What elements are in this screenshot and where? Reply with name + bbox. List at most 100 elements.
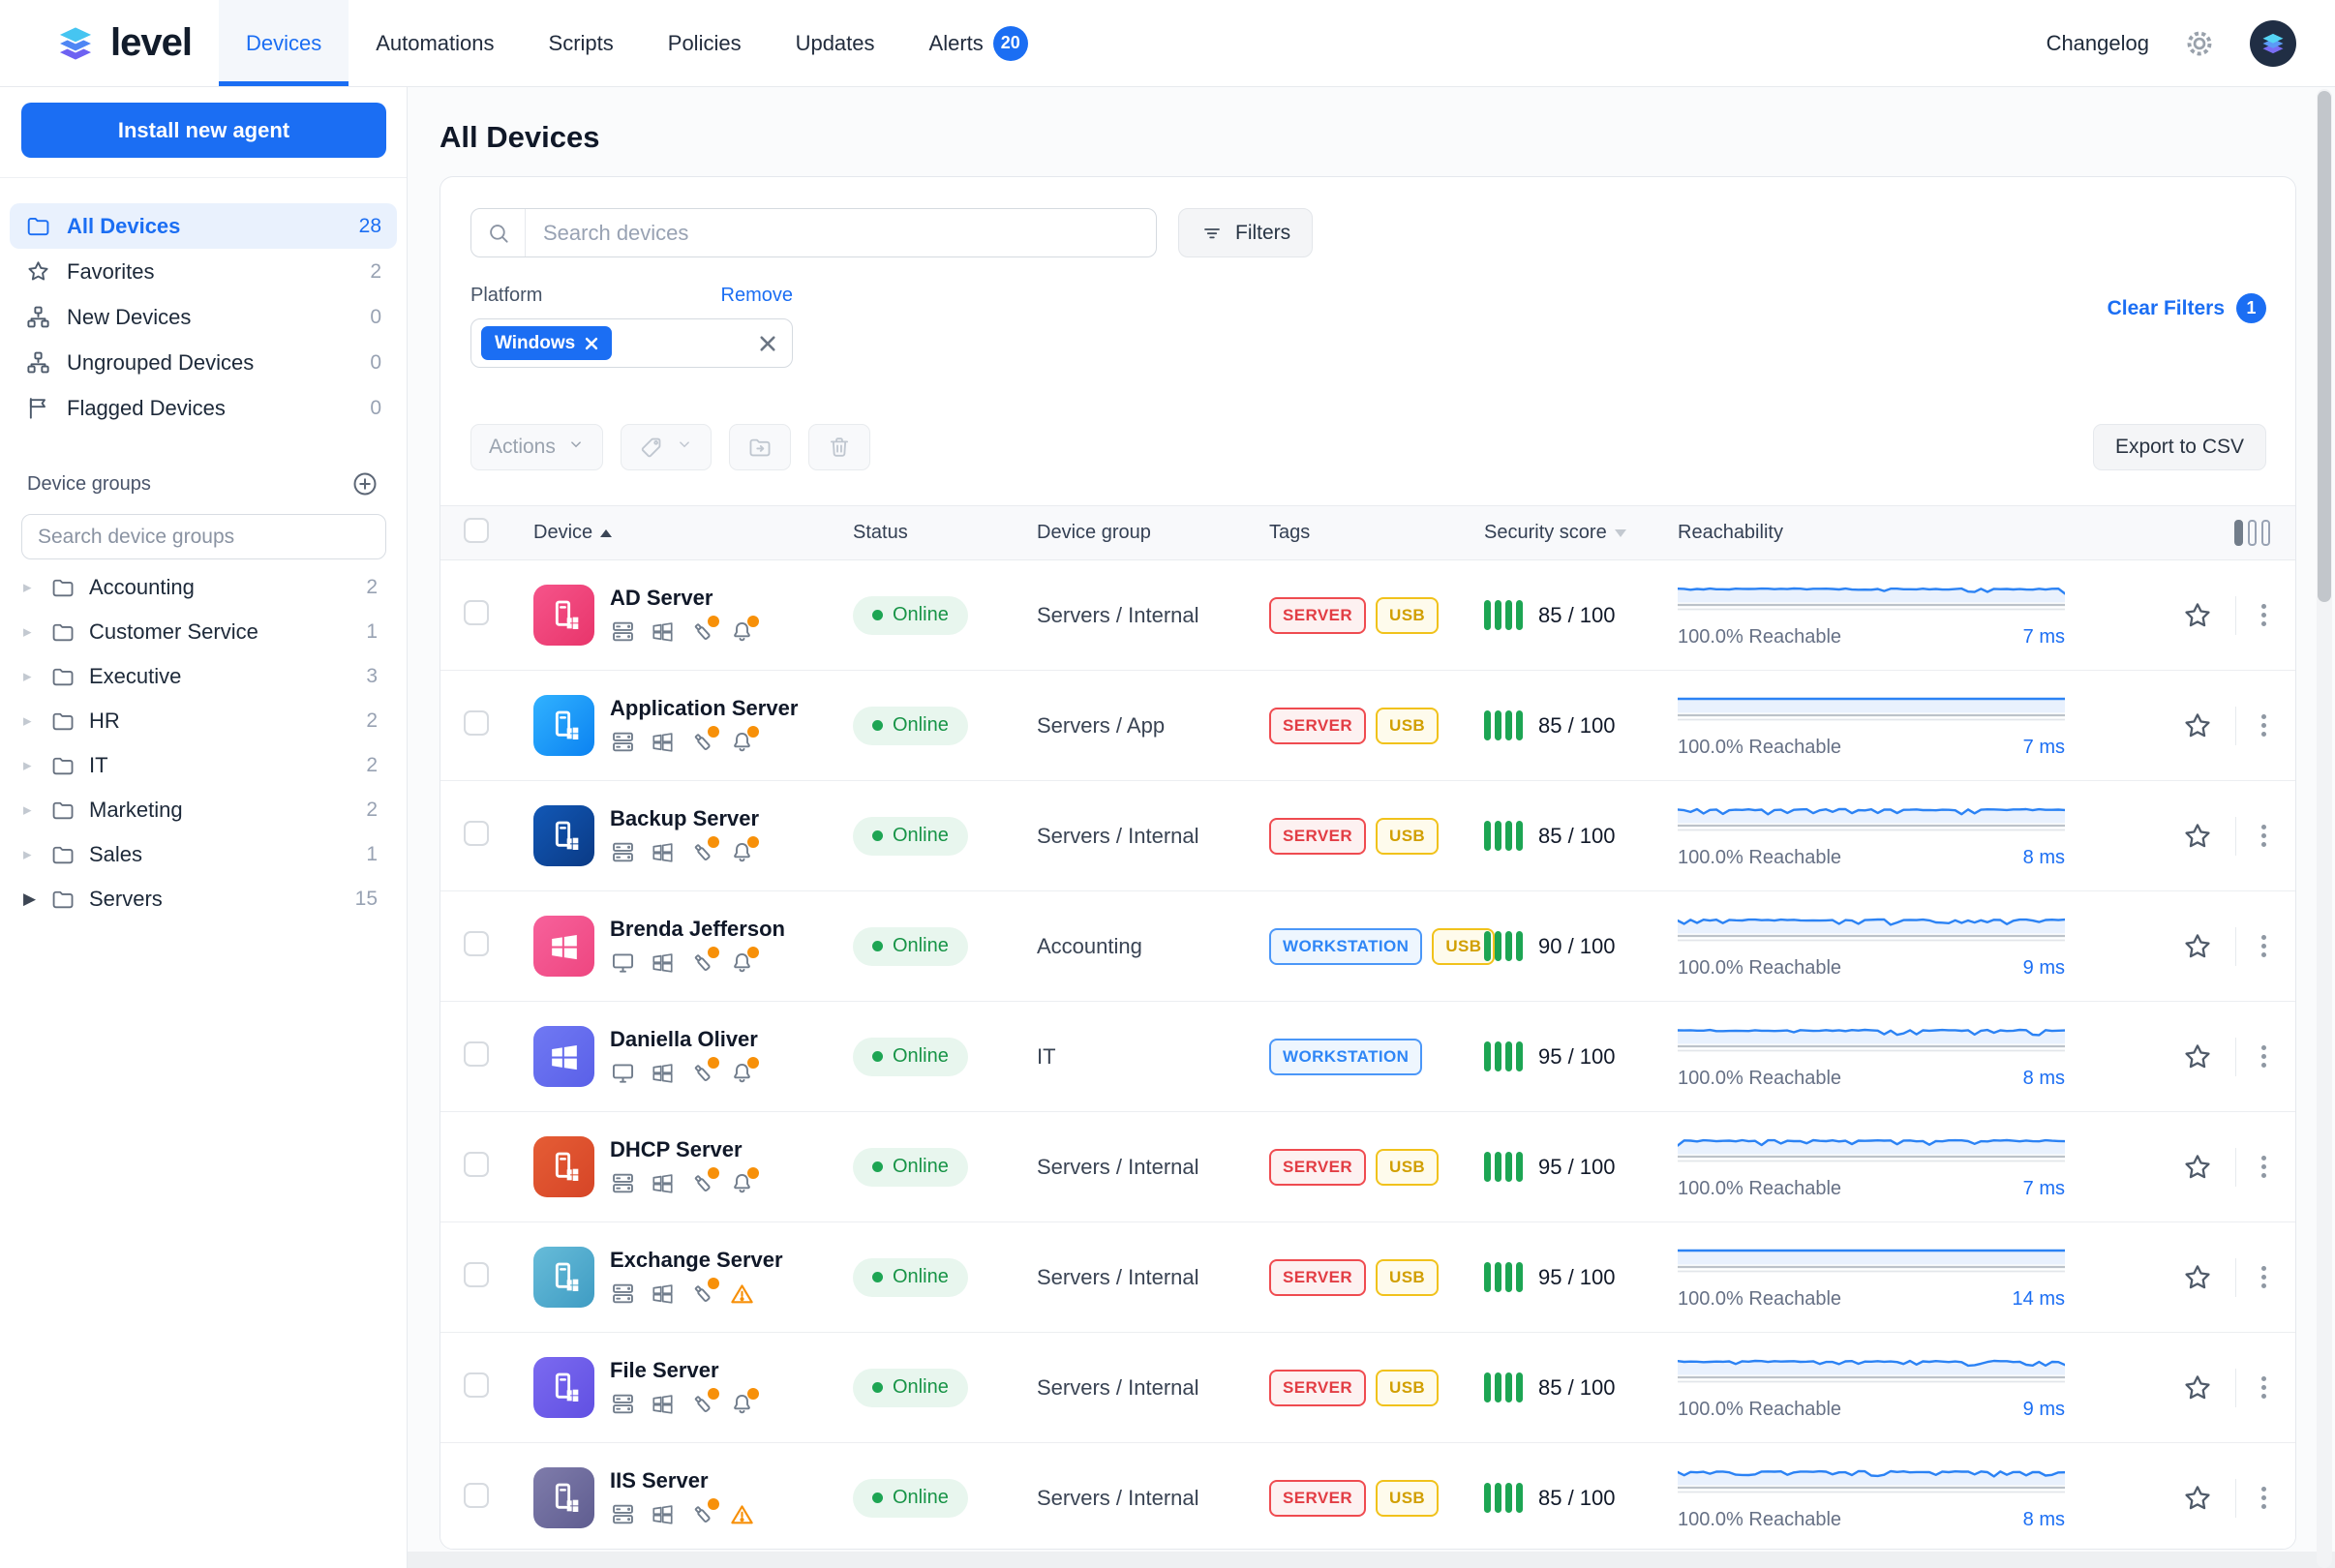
actions-dropdown-button[interactable]: Actions bbox=[470, 424, 603, 470]
device-group-servers[interactable]: ▶ Servers 15 bbox=[0, 877, 407, 921]
row-checkbox[interactable] bbox=[464, 1041, 489, 1067]
device-name[interactable]: IIS Server bbox=[610, 1468, 709, 1493]
select-all-checkbox[interactable] bbox=[464, 518, 489, 543]
sidebar-item-all-devices[interactable]: All Devices 28 bbox=[10, 203, 397, 249]
chevron-right-icon[interactable]: ▸ bbox=[23, 667, 43, 686]
clear-filters-link[interactable]: Clear Filters 1 bbox=[2108, 293, 2266, 323]
chevron-right-icon[interactable]: ▶ bbox=[23, 890, 43, 909]
favorite-star-icon[interactable] bbox=[2181, 1040, 2214, 1073]
tag-dropdown-button[interactable] bbox=[621, 424, 712, 470]
device-group-customer-service[interactable]: ▸ Customer Service 1 bbox=[0, 610, 407, 654]
scrollbar-track[interactable] bbox=[2317, 89, 2332, 1568]
favorite-star-icon[interactable] bbox=[2181, 599, 2214, 632]
user-avatar[interactable] bbox=[2250, 20, 2296, 67]
chevron-right-icon[interactable]: ▸ bbox=[23, 622, 43, 642]
row-checkbox[interactable] bbox=[464, 821, 489, 846]
sidebar-item-favorites[interactable]: Favorites 2 bbox=[10, 249, 397, 294]
windows-filter-chip[interactable]: Windows bbox=[481, 326, 612, 360]
platform-filter-select[interactable]: Windows bbox=[470, 318, 793, 368]
row-checkbox[interactable] bbox=[464, 1152, 489, 1177]
remove-filter-link[interactable]: Remove bbox=[721, 285, 793, 307]
usb-alert-dot bbox=[708, 726, 719, 738]
row-checkbox[interactable] bbox=[464, 1483, 489, 1508]
delete-button[interactable] bbox=[808, 424, 870, 470]
favorite-star-icon[interactable] bbox=[2181, 709, 2214, 742]
column-header-tags[interactable]: Tags bbox=[1269, 522, 1484, 544]
chevron-right-icon[interactable]: ▸ bbox=[23, 845, 43, 864]
column-header-device-group[interactable]: Device group bbox=[1037, 522, 1269, 544]
changelog-link[interactable]: Changelog bbox=[2047, 31, 2149, 56]
row-menu-icon[interactable] bbox=[2258, 600, 2270, 630]
device-group-it[interactable]: ▸ IT 2 bbox=[0, 743, 407, 788]
clear-select-icon[interactable] bbox=[759, 335, 776, 352]
install-new-agent-button[interactable]: Install new agent bbox=[21, 103, 386, 158]
device-group-sales[interactable]: ▸ Sales 1 bbox=[0, 832, 407, 877]
device-name[interactable]: Backup Server bbox=[610, 806, 759, 830]
tab-updates[interactable]: Updates bbox=[769, 0, 902, 86]
device-groups-search-input[interactable] bbox=[21, 514, 386, 559]
device-name[interactable]: Brenda Jefferson bbox=[610, 917, 785, 941]
column-header-reachability[interactable]: Reachability bbox=[1678, 522, 2070, 544]
row-checkbox[interactable] bbox=[464, 1372, 489, 1398]
table-row: IIS Server Online Servers / Internal SER… bbox=[440, 1443, 2295, 1550]
device-name[interactable]: File Server bbox=[610, 1358, 719, 1382]
add-device-group-icon[interactable] bbox=[350, 469, 379, 498]
device-name[interactable]: DHCP Server bbox=[610, 1137, 743, 1161]
chevron-right-icon[interactable]: ▸ bbox=[23, 800, 43, 820]
row-menu-icon[interactable] bbox=[2258, 1262, 2270, 1292]
sidebar-item-ungrouped-devices[interactable]: Ungrouped Devices 0 bbox=[10, 340, 397, 385]
device-avatar bbox=[533, 695, 594, 756]
favorite-star-icon[interactable] bbox=[2181, 1372, 2214, 1404]
device-group-accounting[interactable]: ▸ Accounting 2 bbox=[0, 565, 407, 610]
column-settings-icon[interactable] bbox=[2070, 520, 2295, 546]
windows-os-icon bbox=[650, 1170, 676, 1196]
device-name[interactable]: AD Server bbox=[610, 586, 713, 610]
search-devices-input[interactable] bbox=[526, 221, 1156, 246]
row-checkbox[interactable] bbox=[464, 931, 489, 956]
export-to-csv-button[interactable]: Export to CSV bbox=[2093, 424, 2266, 470]
device-name[interactable]: Application Server bbox=[610, 696, 798, 720]
column-header-security-score[interactable]: Security score bbox=[1484, 522, 1678, 544]
device-group-executive[interactable]: ▸ Executive 3 bbox=[0, 654, 407, 699]
favorite-star-icon[interactable] bbox=[2181, 1151, 2214, 1184]
move-to-group-button[interactable] bbox=[729, 424, 791, 470]
favorite-star-icon[interactable] bbox=[2181, 1261, 2214, 1294]
device-group-hr[interactable]: ▸ HR 2 bbox=[0, 699, 407, 743]
chevron-right-icon[interactable]: ▸ bbox=[23, 756, 43, 775]
tab-policies[interactable]: Policies bbox=[641, 0, 769, 86]
tab-devices[interactable]: Devices bbox=[219, 0, 349, 86]
favorite-star-icon[interactable] bbox=[2181, 1482, 2214, 1515]
windows-os-icon bbox=[650, 729, 676, 755]
row-menu-icon[interactable] bbox=[2258, 1372, 2270, 1402]
column-header-device[interactable]: Device bbox=[533, 522, 853, 544]
row-checkbox[interactable] bbox=[464, 710, 489, 736]
level-logo[interactable]: level bbox=[0, 0, 219, 86]
scrollbar-thumb[interactable] bbox=[2318, 91, 2331, 602]
chevron-right-icon[interactable]: ▸ bbox=[23, 578, 43, 597]
chevron-right-icon[interactable]: ▸ bbox=[23, 711, 43, 731]
row-menu-icon[interactable] bbox=[2258, 1483, 2270, 1513]
settings-gear-icon[interactable] bbox=[2182, 26, 2217, 61]
favorite-star-icon[interactable] bbox=[2181, 930, 2214, 963]
device-name[interactable]: Daniella Oliver bbox=[610, 1027, 758, 1051]
device-group-marketing[interactable]: ▸ Marketing 2 bbox=[0, 788, 407, 832]
tab-scripts[interactable]: Scripts bbox=[522, 0, 641, 86]
row-menu-icon[interactable] bbox=[2258, 821, 2270, 851]
row-menu-icon[interactable] bbox=[2258, 710, 2270, 740]
device-name[interactable]: Exchange Server bbox=[610, 1248, 783, 1272]
chip-remove-icon[interactable] bbox=[585, 337, 598, 350]
sidebar-item-count: 28 bbox=[359, 215, 381, 238]
favorite-star-icon[interactable] bbox=[2181, 820, 2214, 853]
row-menu-icon[interactable] bbox=[2258, 1041, 2270, 1071]
tags-cell: SERVERUSB bbox=[1269, 1480, 1484, 1517]
row-checkbox[interactable] bbox=[464, 600, 489, 625]
tab-alerts[interactable]: Alerts 20 bbox=[902, 0, 1055, 86]
sidebar-item-flagged-devices[interactable]: Flagged Devices 0 bbox=[10, 385, 397, 431]
row-menu-icon[interactable] bbox=[2258, 931, 2270, 961]
column-header-status[interactable]: Status bbox=[853, 522, 1037, 544]
row-checkbox[interactable] bbox=[464, 1262, 489, 1287]
sidebar-item-new-devices[interactable]: New Devices 0 bbox=[10, 294, 397, 340]
row-menu-icon[interactable] bbox=[2258, 1152, 2270, 1182]
filters-button[interactable]: Filters bbox=[1178, 208, 1313, 257]
tab-automations[interactable]: Automations bbox=[349, 0, 521, 86]
